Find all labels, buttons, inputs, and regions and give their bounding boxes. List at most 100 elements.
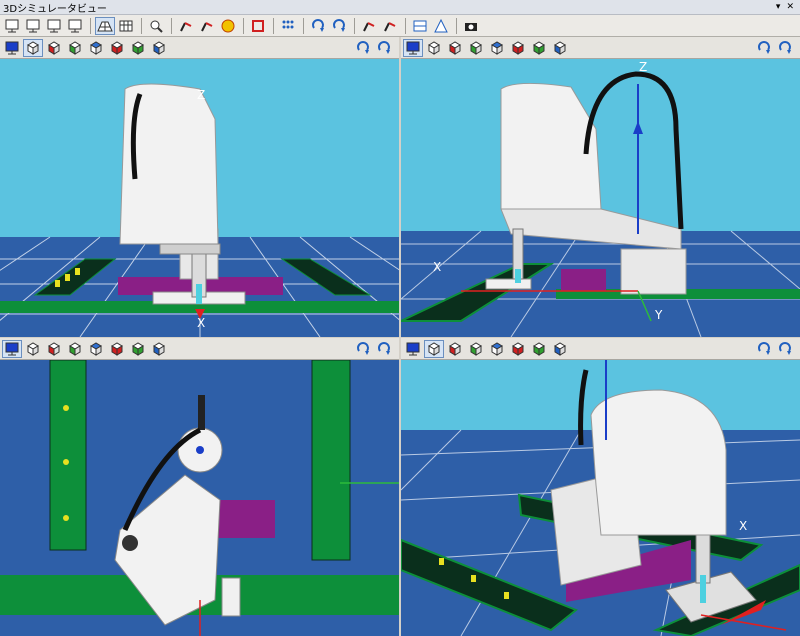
cube-blue-view-button[interactable] (149, 340, 169, 358)
rotate-right-button[interactable] (775, 340, 795, 358)
scene-iso[interactable]: X (401, 360, 800, 636)
monitor-button[interactable] (65, 17, 85, 35)
cube-green-side-view-button[interactable] (529, 39, 549, 57)
monitor-icon-4 (68, 19, 82, 32)
box-outline-button[interactable] (248, 17, 268, 35)
cube-green-view-button[interactable] (65, 39, 85, 57)
grid-floor-icon (97, 21, 113, 31)
cube-green-side-view-button[interactable] (128, 39, 148, 57)
viewport-toolbar (0, 338, 399, 360)
rotate-right-button[interactable] (775, 39, 795, 57)
cube-top-view-button[interactable] (86, 39, 106, 57)
viewport-top[interactable] (0, 338, 399, 636)
layout-button[interactable] (410, 17, 430, 35)
cube-top-view-button[interactable] (86, 340, 106, 358)
cube-red-front-view-button[interactable] (445, 340, 465, 358)
cube-blue-view-button[interactable] (149, 39, 169, 57)
camera-icon (465, 22, 477, 31)
monitor-button[interactable] (23, 17, 43, 35)
cube-green-view-button[interactable] (65, 340, 85, 358)
scene-side[interactable]: Z X Y (401, 59, 800, 337)
viewport-toolbar (401, 338, 800, 360)
rotate-button[interactable] (329, 17, 349, 35)
window-title: 3Dシミュレータビュー (3, 3, 107, 15)
cube-green-side-view-button[interactable] (128, 340, 148, 358)
toolbar-separator (243, 17, 244, 34)
cube-red-front-view-button[interactable] (44, 340, 64, 358)
cube-wire-view-button[interactable] (23, 38, 43, 57)
viewport-iso[interactable]: X (401, 338, 800, 636)
display-view-button[interactable] (403, 38, 423, 57)
cube-top-icon (90, 40, 102, 55)
cube-green-side-icon (132, 40, 144, 55)
part-add-button[interactable] (146, 17, 166, 35)
points-button[interactable] (278, 17, 298, 35)
rotate-left-button[interactable] (754, 39, 774, 57)
cube-green-view-button[interactable] (466, 39, 486, 57)
monitor-icon-2 (26, 19, 40, 32)
table-button[interactable] (116, 17, 136, 35)
grid-floor-button[interactable] (95, 16, 115, 35)
camera-button[interactable] (461, 17, 481, 35)
cube-green-icon (69, 341, 81, 356)
display-view-button[interactable] (403, 340, 423, 358)
toolbar-separator (303, 17, 304, 34)
cube-green-side-view-button[interactable] (529, 340, 549, 358)
rotate-right-button[interactable] (374, 340, 394, 358)
robot-move-button[interactable] (359, 17, 379, 35)
robot-joint-center (196, 446, 204, 454)
cube-red-side-view-button[interactable] (508, 340, 528, 358)
cube-top-view-button[interactable] (487, 340, 507, 358)
cube-green-side-icon (533, 341, 545, 356)
robot-arm-button[interactable] (176, 17, 196, 35)
robot-arm-button[interactable] (197, 17, 217, 35)
monitor-button[interactable] (2, 17, 22, 35)
cube-green-icon (69, 40, 81, 55)
triangle-button[interactable] (431, 17, 451, 35)
rotate-button[interactable] (308, 17, 328, 35)
pin-button[interactable]: ▾ (776, 2, 781, 12)
cube-wire-icon (428, 341, 440, 356)
cube-red-side-view-button[interactable] (508, 39, 528, 57)
cube-red-side-view-button[interactable] (107, 340, 127, 358)
monitor-button[interactable] (44, 17, 64, 35)
robot-move-icon-1 (363, 21, 375, 31)
robot-shaft (198, 395, 205, 430)
cube-wire-view-button[interactable] (23, 340, 43, 358)
display-view-button[interactable] (2, 39, 22, 57)
robot-move-button[interactable] (380, 17, 400, 35)
display-icon (406, 342, 420, 355)
cube-red-front-view-button[interactable] (44, 39, 64, 57)
toolbar-separator (273, 17, 274, 34)
scene-front[interactable]: Z X (0, 59, 399, 337)
rotate-left-button[interactable] (353, 39, 373, 57)
rotate-right-button[interactable] (374, 39, 394, 57)
layout-icon (413, 20, 427, 31)
cube-blue-view-button[interactable] (550, 340, 570, 358)
sphere-button[interactable] (218, 17, 238, 35)
cube-top-view-button[interactable] (487, 39, 507, 57)
points-icon (282, 20, 294, 28)
cube-blue-icon (554, 40, 566, 55)
viewport-front[interactable]: Z X (0, 37, 399, 337)
cube-red-side-view-button[interactable] (107, 39, 127, 57)
viewport-side[interactable]: Z X Y (401, 37, 800, 337)
axis-label-z: Z (197, 88, 205, 102)
display-view-button[interactable] (2, 339, 22, 358)
rotate-left-button[interactable] (754, 340, 774, 358)
rotate-left-button[interactable] (353, 340, 373, 358)
rotate-icon-right (378, 40, 390, 54)
cube-red-front-view-button[interactable] (445, 39, 465, 57)
cube-wire-view-button[interactable] (424, 39, 444, 57)
cube-green-view-button[interactable] (466, 340, 486, 358)
cube-blue-view-button[interactable] (550, 39, 570, 57)
monitor-icon-1 (5, 19, 19, 32)
cube-green-icon (470, 341, 482, 356)
robot-arm-icon-1 (180, 21, 192, 31)
scene-top[interactable] (0, 360, 399, 636)
close-button[interactable]: ✕ (786, 2, 794, 12)
tool (515, 269, 521, 283)
cube-wire-view-button[interactable] (424, 339, 444, 358)
axis-label-x: X (433, 260, 441, 274)
viewport-toolbar (401, 37, 800, 59)
